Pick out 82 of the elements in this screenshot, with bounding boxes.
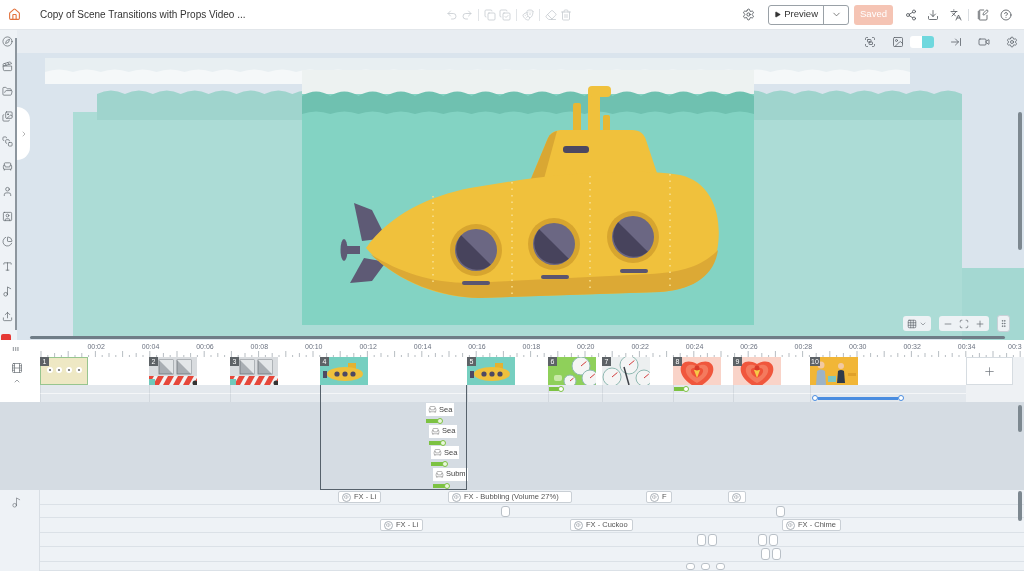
drag-handle-icon[interactable] (10, 344, 21, 353)
expand-panel-button[interactable] (17, 107, 30, 160)
scrollbar[interactable] (1018, 405, 1022, 432)
audio-clip[interactable] (761, 548, 770, 560)
video-icon[interactable] (978, 35, 990, 48)
stack-icon[interactable] (2, 136, 13, 147)
scene-thumbnail[interactable] (733, 357, 781, 385)
armchair-icon[interactable] (431, 426, 440, 436)
audio-clip[interactable] (728, 491, 746, 503)
scene-thumbnail[interactable] (467, 357, 515, 385)
transition-bar[interactable] (674, 386, 689, 392)
audio-clip[interactable] (697, 534, 706, 546)
speaker-icon (574, 520, 583, 530)
translate-icon[interactable] (950, 8, 962, 21)
add-scene-button[interactable] (966, 357, 1013, 385)
user-icon[interactable] (2, 186, 13, 197)
app-icon[interactable] (1, 334, 11, 340)
timing-bar[interactable] (426, 418, 443, 424)
home-icon[interactable] (8, 8, 21, 21)
scene-thumbnail[interactable] (149, 357, 197, 385)
color-swatch[interactable] (922, 35, 934, 48)
audio-clip[interactable] (776, 506, 785, 517)
music-icon[interactable] (11, 497, 22, 508)
export-icon[interactable] (950, 35, 962, 48)
audio-clip[interactable] (772, 548, 781, 560)
scrollbar[interactable] (15, 38, 17, 330)
clapperboard-icon[interactable] (2, 61, 13, 72)
armchair-icon[interactable] (428, 405, 437, 414)
layout-icon[interactable] (864, 35, 876, 48)
armchair-icon[interactable] (435, 469, 444, 479)
effect-bar[interactable] (812, 395, 904, 401)
scene-thumbnail[interactable] (230, 357, 278, 385)
scrollbar[interactable] (1018, 112, 1022, 250)
project-title: Copy of Scene Transitions with Props Video ... (40, 8, 246, 22)
download-icon[interactable] (927, 8, 939, 21)
audio-clip[interactable] (758, 534, 767, 546)
timing-bar[interactable] (433, 482, 450, 489)
timing-bar[interactable] (429, 439, 446, 446)
speaker-icon (650, 492, 659, 502)
notes-icon[interactable] (977, 8, 989, 21)
preview-button[interactable]: Preview (769, 5, 823, 24)
music-icon[interactable] (2, 286, 13, 297)
folder-icon[interactable] (2, 86, 13, 97)
speaker-icon (384, 520, 393, 530)
grid-icon[interactable] (907, 318, 917, 329)
images-icon[interactable] (2, 111, 13, 122)
share-icon[interactable] (905, 8, 917, 21)
transition-bar[interactable] (549, 386, 564, 392)
speaker-icon (342, 492, 351, 502)
audio-clip[interactable] (708, 534, 717, 546)
film-icon[interactable] (11, 362, 23, 374)
scene-thumbnail[interactable] (673, 357, 721, 385)
audio-clip[interactable] (769, 534, 778, 546)
upload-icon[interactable] (2, 311, 13, 322)
zoom-in-icon[interactable] (975, 318, 985, 329)
text-icon[interactable] (2, 261, 13, 272)
speaker-icon (732, 492, 741, 502)
scene-thumbnail[interactable] (810, 357, 858, 385)
plus-icon[interactable] (983, 364, 996, 378)
scrollbar[interactable] (1018, 491, 1022, 521)
image-icon[interactable] (892, 35, 904, 48)
settings-icon[interactable] (1006, 35, 1018, 48)
timing-bar[interactable] (431, 461, 448, 467)
scene-thumbnail[interactable] (40, 357, 88, 385)
speaker-icon (452, 492, 461, 502)
pie-chart-icon[interactable] (2, 236, 13, 247)
compass-icon[interactable] (2, 36, 13, 47)
submarine-drawing[interactable] (340, 86, 719, 298)
armchair-icon[interactable] (433, 448, 442, 457)
contact-card-icon[interactable] (2, 211, 13, 222)
armchair-icon[interactable] (2, 161, 13, 172)
fit-screen-icon[interactable] (959, 318, 969, 329)
settings-icon[interactable] (742, 8, 756, 21)
scrollbar[interactable] (30, 336, 1005, 339)
help-icon[interactable] (1000, 8, 1012, 21)
caret-up-icon[interactable] (13, 377, 21, 385)
scene-thumbnail[interactable] (320, 357, 368, 385)
scene-thumbnail[interactable] (602, 357, 650, 385)
play-icon[interactable] (774, 11, 782, 18)
audio-clip[interactable] (501, 506, 510, 517)
color-swatch[interactable] (910, 35, 922, 48)
speaker-icon (786, 520, 795, 530)
